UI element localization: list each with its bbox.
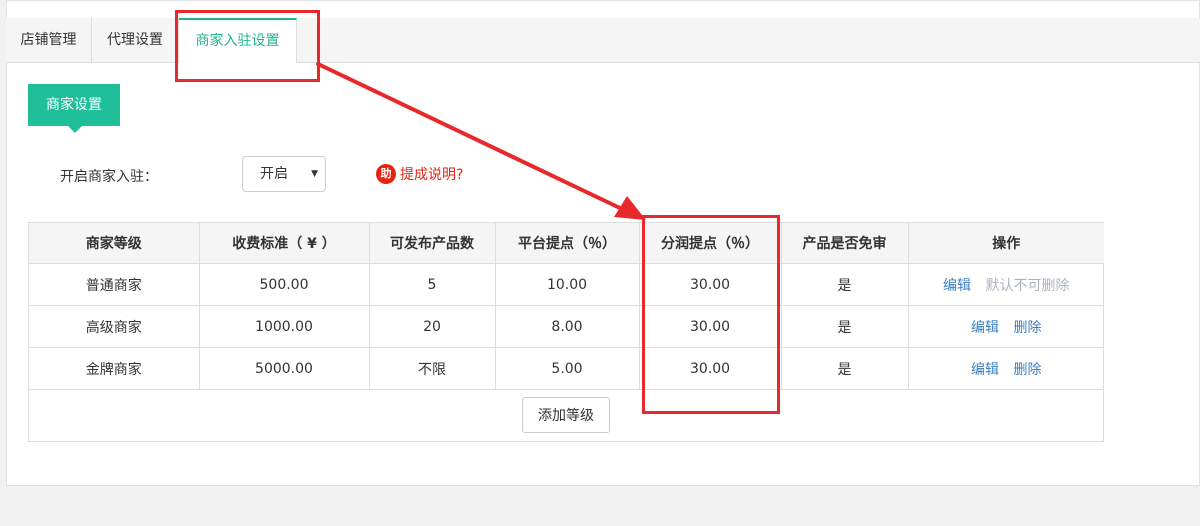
annotation-arrow [316, 62, 646, 220]
